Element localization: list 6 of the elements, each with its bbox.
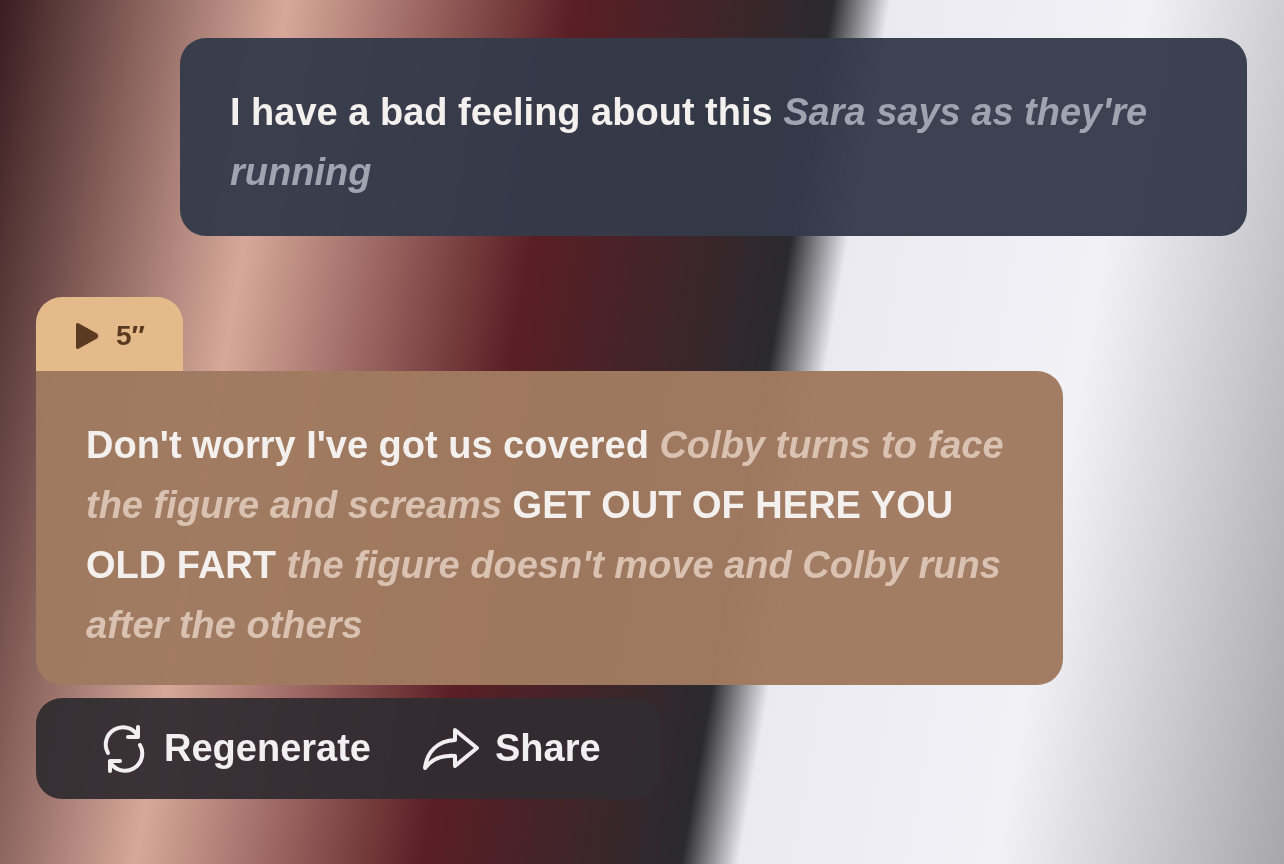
message-text: I have a bad feeling about this Sara says as they're running (230, 90, 1149, 195)
regenerate-button[interactable]: Regenerate (98, 720, 371, 777)
share-button[interactable]: Share (421, 720, 601, 777)
voice-play-button[interactable]: 5″ (36, 297, 183, 371)
message-text: Don't worry I've got us covered Colby turns to face the figure and screams GET OUT OF HERE YOU OLD FART the figure doesn't move and Colby runs after the others (86, 423, 1005, 648)
share-arrow-icon (421, 725, 481, 772)
